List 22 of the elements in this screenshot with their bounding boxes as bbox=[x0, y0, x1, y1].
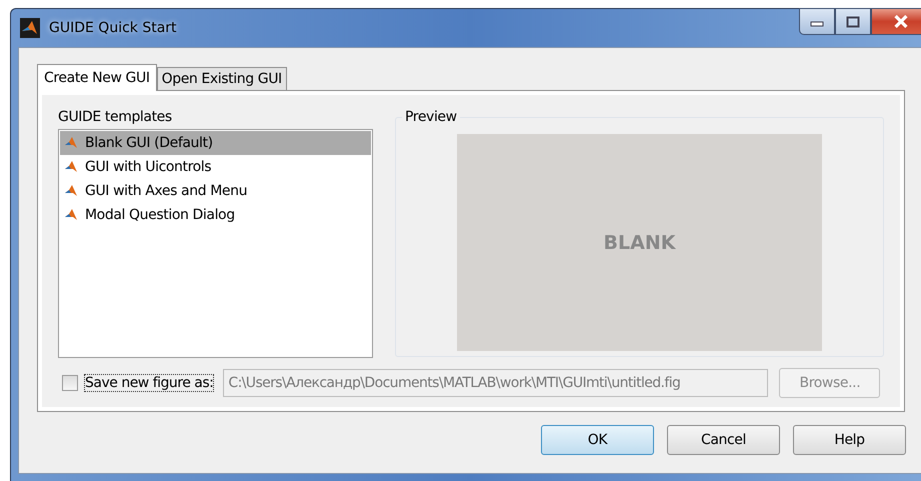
preview-area: BLANK bbox=[457, 134, 822, 351]
dialog-button[interactable]: OK bbox=[541, 425, 654, 455]
template-item[interactable]: GUI with Uicontrols bbox=[60, 155, 371, 179]
template-item[interactable]: GUI with Axes and Menu bbox=[60, 179, 371, 203]
template-item[interactable]: Modal Question Dialog bbox=[60, 203, 371, 227]
window-title: GUIDE Quick Start bbox=[49, 20, 177, 36]
tab[interactable]: Open Existing GUI bbox=[156, 67, 287, 90]
maximize-icon bbox=[846, 16, 860, 28]
template-item[interactable]: Blank GUI (Default) bbox=[60, 131, 371, 155]
matlab-icon bbox=[64, 208, 78, 222]
matlab-icon bbox=[64, 184, 78, 198]
app-icon bbox=[20, 18, 40, 38]
templates-label: GUIDE templates bbox=[58, 109, 173, 125]
tab[interactable]: Create New GUI bbox=[37, 64, 157, 91]
close-button[interactable] bbox=[871, 8, 921, 35]
matlab-icon bbox=[64, 136, 78, 150]
matlab-icon bbox=[64, 160, 78, 174]
minimize-button[interactable] bbox=[799, 8, 835, 35]
dialog-button[interactable]: Cancel bbox=[667, 425, 780, 455]
maximize-button[interactable] bbox=[835, 8, 871, 35]
close-icon bbox=[892, 15, 908, 28]
dialog-button[interactable]: Help bbox=[793, 425, 906, 455]
